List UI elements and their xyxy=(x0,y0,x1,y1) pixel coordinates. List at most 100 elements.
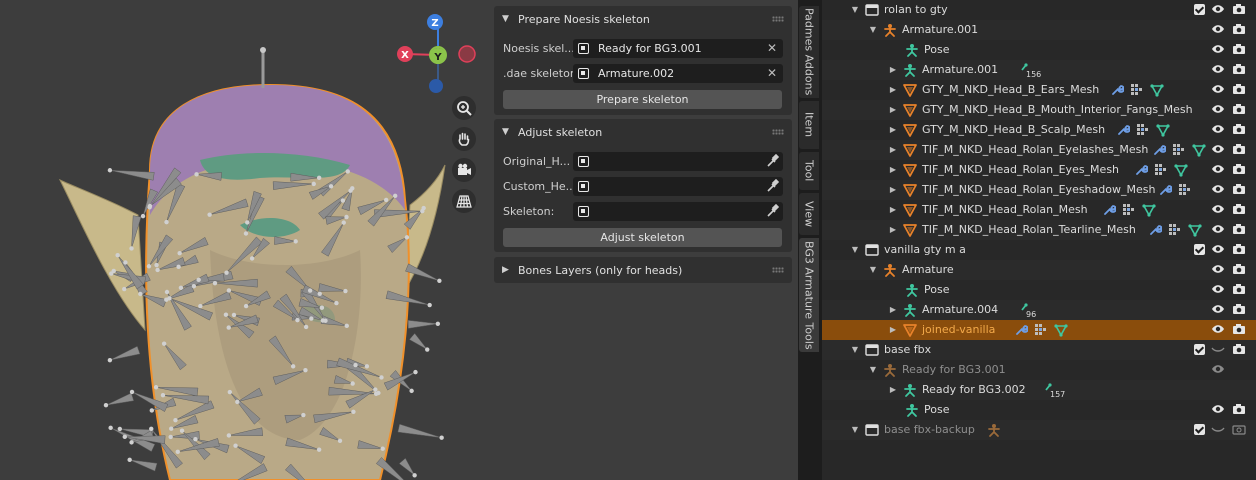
camera-render-icon[interactable] xyxy=(1232,342,1246,359)
eye-icon[interactable] xyxy=(1211,102,1225,119)
tab-tool[interactable]: Tool xyxy=(799,152,819,190)
camera-render-icon[interactable] xyxy=(1232,402,1246,419)
camera-render-icon[interactable] xyxy=(1232,182,1246,199)
eyedropper-icon[interactable] xyxy=(765,179,779,193)
outliner-label[interactable]: TIF_M_NKD_Head_Rolan_Eyes_Mesh xyxy=(922,163,1119,176)
camera-render-icon[interactable] xyxy=(1232,42,1246,59)
outliner-object-row[interactable]: Pose xyxy=(822,280,1256,300)
camera-render-icon[interactable] xyxy=(1232,302,1246,319)
camera-view-icon[interactable] xyxy=(452,158,476,182)
prepare-panel-header[interactable]: ▼ Prepare Noesis skeleton xyxy=(494,6,792,32)
chevron-down-icon[interactable]: ▼ xyxy=(850,344,860,356)
outliner-label[interactable]: GTY_M_NKD_Head_B_Mouth_Interior_Fangs_Me… xyxy=(922,103,1193,116)
outliner-object-row[interactable]: ▼ Armature.001 xyxy=(822,20,1256,40)
eye-closed-icon[interactable] xyxy=(1211,422,1225,439)
outliner-object-row[interactable]: ▶ Ready for BG3.002 157 xyxy=(822,380,1256,400)
camera-render-icon[interactable] xyxy=(1232,242,1246,259)
chevron-right-icon[interactable]: ▶ xyxy=(888,384,898,396)
outliner-label[interactable]: base fbx xyxy=(884,343,931,356)
drag-grip-icon[interactable] xyxy=(772,267,784,273)
camera-render-icon[interactable] xyxy=(1232,282,1246,299)
outliner-object-row[interactable]: ▶ GTY_M_NKD_Head_B_Ears_Mesh xyxy=(822,80,1256,100)
exclude-checkbox[interactable] xyxy=(1194,244,1205,255)
noesis-skeleton-field[interactable]: Ready for BG3.001 ✕ xyxy=(573,39,783,58)
eye-icon[interactable] xyxy=(1211,222,1225,239)
camera-render-icon[interactable] xyxy=(1232,222,1246,239)
outliner-collection-row[interactable]: ▼ base fbx-backup xyxy=(822,420,1256,440)
mesh-data-icon[interactable] xyxy=(1174,163,1188,180)
mesh-data-icon[interactable] xyxy=(1054,323,1068,340)
outliner-label[interactable]: TIF_M_NKD_Head_Rolan_Mesh xyxy=(922,203,1088,216)
eyedropper-icon[interactable] xyxy=(765,204,779,218)
outliner-object-row[interactable]: ▶ TIF_M_NKD_Head_Rolan_Eyeshadow_Mesh xyxy=(822,180,1256,200)
outliner-object-row[interactable]: Pose xyxy=(822,40,1256,60)
chevron-right-icon[interactable]: ▶ xyxy=(888,164,898,176)
eye-icon[interactable] xyxy=(1211,142,1225,159)
chevron-right-icon[interactable]: ▶ xyxy=(888,104,898,116)
drag-grip-icon[interactable] xyxy=(772,16,784,22)
mesh-data-icon[interactable] xyxy=(1156,123,1170,140)
bones-panel-header[interactable]: ▶ Bones Layers (only for heads) xyxy=(494,257,792,283)
chevron-down-icon[interactable]: ▼ xyxy=(850,424,860,436)
vertex-groups-icon[interactable] xyxy=(1136,123,1150,140)
eye-icon[interactable] xyxy=(1211,402,1225,419)
outliner-object-row[interactable]: ▶ TIF_M_NKD_Head_Rolan_Eyelashes_Mesh xyxy=(822,140,1256,160)
outliner-label[interactable]: vanilla gty m a xyxy=(884,243,966,256)
outliner-label[interactable]: joined-vanilla xyxy=(922,323,995,336)
camera-render-icon[interactable] xyxy=(1232,22,1246,39)
modifier-wrench-icon[interactable] xyxy=(1110,83,1125,100)
adjust-skeleton-button[interactable]: Adjust skeleton xyxy=(503,228,782,247)
dae-skeleton-field[interactable]: Armature.002 ✕ xyxy=(573,64,783,83)
eye-icon[interactable] xyxy=(1211,242,1225,259)
eye-closed-icon[interactable] xyxy=(1211,342,1225,359)
chevron-down-icon[interactable]: ▼ xyxy=(868,264,878,276)
vertex-groups-icon[interactable] xyxy=(1168,223,1182,240)
camera-render-icon[interactable] xyxy=(1232,162,1246,179)
exclude-checkbox[interactable] xyxy=(1194,424,1205,435)
outliner-label[interactable]: rolan to gty xyxy=(884,3,948,16)
mesh-data-icon[interactable] xyxy=(1192,143,1206,160)
mesh-data-icon[interactable] xyxy=(1142,203,1156,220)
original-head-field[interactable] xyxy=(573,152,783,171)
outliner-object-row[interactable]: ▼ Ready for BG3.001 xyxy=(822,360,1256,380)
eye-icon[interactable] xyxy=(1211,262,1225,279)
camera-render-icon[interactable] xyxy=(1232,62,1246,79)
chevron-down-icon[interactable]: ▼ xyxy=(850,4,860,16)
outliner-label[interactable]: TIF_M_NKD_Head_Rolan_Eyeshadow_Mesh xyxy=(922,183,1155,196)
eye-icon[interactable] xyxy=(1211,22,1225,39)
outliner-object-row[interactable]: ▶ GTY_M_NKD_Head_B_Mouth_Interior_Fangs_M… xyxy=(822,100,1256,120)
camera-render-icon[interactable] xyxy=(1232,82,1246,99)
clear-icon[interactable]: ✕ xyxy=(767,41,777,55)
outliner-label[interactable]: Armature.001 xyxy=(922,63,998,76)
mesh-data-icon[interactable] xyxy=(1150,83,1164,100)
tab-padmes-addons[interactable]: Padmes Addons xyxy=(799,6,819,98)
modifier-wrench-icon[interactable] xyxy=(1116,123,1131,140)
clear-icon[interactable]: ✕ xyxy=(767,66,777,80)
modifier-wrench-icon[interactable] xyxy=(1152,143,1167,160)
camera-render-icon[interactable] xyxy=(1232,2,1246,19)
tab-view[interactable]: View xyxy=(799,193,819,235)
tab-item[interactable]: Item xyxy=(799,101,819,149)
outliner-label[interactable]: GTY_M_NKD_Head_B_Ears_Mesh xyxy=(922,83,1099,96)
drag-grip-icon[interactable] xyxy=(772,129,784,135)
perspective-grid-icon[interactable] xyxy=(452,189,476,213)
chevron-right-icon[interactable]: ▶ xyxy=(888,304,898,316)
outliner-label[interactable]: Armature.001 xyxy=(902,23,978,36)
zoom-icon[interactable] xyxy=(452,96,476,120)
vertex-groups-icon[interactable] xyxy=(1034,323,1048,340)
outliner-label[interactable]: Armature.004 xyxy=(922,303,998,316)
outliner-object-row[interactable]: ▶ Armature.001 156 xyxy=(822,60,1256,80)
chevron-down-icon[interactable]: ▼ xyxy=(868,364,878,376)
outliner-object-row[interactable]: ▶ Armature.004 96 xyxy=(822,300,1256,320)
eye-icon[interactable] xyxy=(1211,42,1225,59)
chevron-right-icon[interactable]: ▶ xyxy=(888,64,898,76)
chevron-right-icon[interactable]: ▶ xyxy=(888,324,898,336)
chevron-right-icon[interactable]: ▶ xyxy=(888,184,898,196)
eye-icon[interactable] xyxy=(1211,282,1225,299)
camera-render-icon[interactable] xyxy=(1232,262,1246,279)
modifier-wrench-icon[interactable] xyxy=(1158,183,1173,200)
eyedropper-icon[interactable] xyxy=(765,154,779,168)
modifier-wrench-icon[interactable] xyxy=(1134,163,1149,180)
modifier-wrench-icon[interactable] xyxy=(1148,223,1163,240)
outliner-label[interactable]: TIF_M_NKD_Head_Rolan_Eyelashes_Mesh xyxy=(922,143,1148,156)
